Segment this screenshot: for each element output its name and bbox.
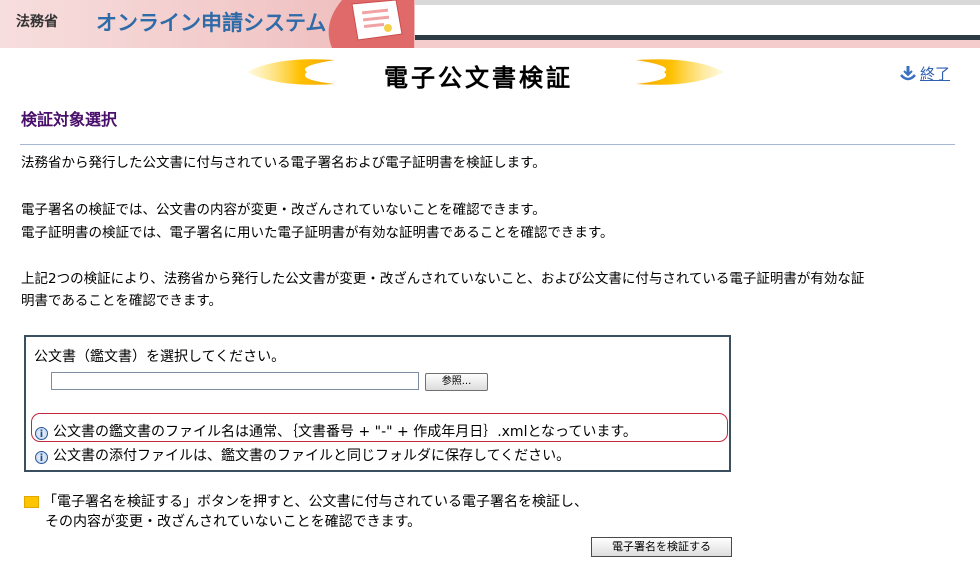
intro-line-5: 明書であることを確認できます。	[21, 293, 223, 309]
info-icon: i	[35, 451, 48, 464]
left-swoosh-decoration	[247, 59, 335, 85]
exit-link[interactable]: 終了	[900, 63, 950, 84]
filename-note-text: 公文書の鑑文書のファイル名は通常、｛文書番号 + "-" + 作成年月日｝.xm…	[53, 424, 637, 440]
page-title: 電子公文書検証	[384, 64, 573, 92]
file-path-input[interactable]	[51, 372, 419, 390]
app-header: 法務省 オンライン申請システム	[0, 0, 980, 48]
system-title: オンライン申請システム	[96, 11, 327, 35]
intro-line-1: 法務省から発行した公文書に付与されている電子署名および電子証明書を検証します。	[21, 155, 546, 171]
document-select-panel: 公文書（鑑文書）を選択してください。 参照... i 公文書の鑑文書のファイル名は…	[24, 335, 731, 472]
filename-note: i 公文書の鑑文書のファイル名は通常、｛文書番号 + "-" + 作成年月日｝.x…	[35, 421, 637, 441]
verify-instructions: 「電子署名を検証する」ボタンを押すと、公文書に付与されている電子署名を検証し、 …	[43, 492, 588, 532]
header-logo-area: 法務省 オンライン申請システム	[0, 0, 416, 48]
right-swoosh-decoration	[636, 59, 724, 85]
document-emblem-icon	[328, 0, 414, 48]
exit-arrow-icon	[900, 66, 916, 81]
verify-instructions-line-2: その内容が変更・改ざんされていないことを確認できます。	[45, 514, 422, 530]
attachment-note: i 公文書の添付ファイルは、鑑文書のファイルと同じフォルダに保存してください。	[35, 445, 570, 465]
verify-instructions-line-1: 「電子署名を検証する」ボタンを押すと、公文書に付与されている電子署名を検証し、	[43, 494, 589, 510]
browse-button[interactable]: 参照...	[425, 373, 488, 391]
notice-marker-icon	[24, 496, 39, 508]
section-divider	[20, 144, 955, 145]
info-icon: i	[35, 427, 48, 440]
header-blank-field	[415, 5, 980, 40]
section-title: 検証対象選択	[21, 110, 118, 129]
select-document-label: 公文書（鑑文書）を選択してください。	[34, 349, 286, 365]
intro-line-3: 電子証明書の検証では、電子署名に用いた電子証明書が有効な証明書であることを確認で…	[21, 225, 614, 241]
ministry-name: 法務省	[16, 14, 58, 30]
intro-line-4: 上記2つの検証により、法務省から発行した公文書が変更・改ざんされていないこと、お…	[21, 271, 865, 287]
intro-line-2: 電子署名の検証では、公文書の内容が変更・改ざんされていないことを確認できます。	[21, 202, 546, 218]
exit-label[interactable]: 終了	[920, 65, 950, 83]
attachment-note-text: 公文書の添付ファイルは、鑑文書のファイルと同じフォルダに保存してください。	[53, 448, 571, 464]
title-bar: 電子公文書検証 終了	[0, 48, 980, 98]
verify-signature-button[interactable]: 電子署名を検証する	[591, 537, 732, 557]
